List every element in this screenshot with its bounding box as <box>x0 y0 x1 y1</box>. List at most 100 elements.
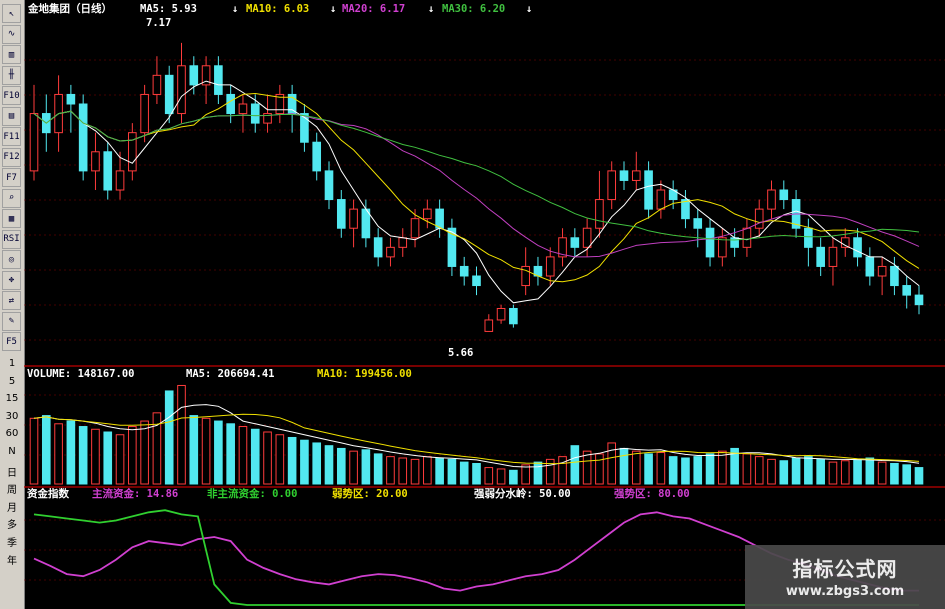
candle-body-60 <box>767 189 776 210</box>
line-chart-icon[interactable]: ∿ <box>2 24 21 44</box>
candle-body-48 <box>619 170 629 181</box>
volume-bar-58 <box>742 453 752 485</box>
volume-bar-66 <box>840 460 850 485</box>
pencil-icon[interactable]: ✎ <box>2 311 21 331</box>
note-icon[interactable]: ▤ <box>2 106 21 126</box>
candle-body-71 <box>902 285 912 296</box>
f12-icon[interactable]: F12 <box>2 147 21 167</box>
volume-bar-23 <box>312 442 322 485</box>
volume-bar-8 <box>128 426 137 485</box>
volume-bar-49 <box>631 450 641 485</box>
volume-bar-18 <box>250 428 260 485</box>
volume-bar-37 <box>484 467 494 485</box>
candle-body-44 <box>570 237 580 248</box>
period-1[interactable]: 5 <box>2 376 22 387</box>
candle-body-15 <box>214 65 223 95</box>
candle-body-67 <box>853 237 862 258</box>
volume-bar-50 <box>644 453 653 485</box>
non-main-fund-label: 非主流资金: 0.00 <box>207 487 297 500</box>
volume-bar-46 <box>595 453 604 485</box>
volume-bar-61 <box>779 460 789 485</box>
candle-body-24 <box>324 170 334 201</box>
candle-body-0 <box>29 113 39 172</box>
volume-bar-32 <box>423 456 432 485</box>
volume-bar-7 <box>115 434 125 485</box>
period-5[interactable]: N <box>2 446 22 457</box>
candle-body-65 <box>828 246 838 267</box>
volume-bars <box>29 384 924 485</box>
volume-bar-22 <box>300 439 309 485</box>
period-7[interactable]: 周 <box>2 481 22 496</box>
period-4[interactable]: 60 <box>2 428 22 439</box>
candle-body-13 <box>189 65 199 86</box>
bar-chart-icon[interactable]: ▥ <box>2 45 21 64</box>
ma10-arrow: ↓ <box>330 3 336 15</box>
candle-body-35 <box>459 265 469 277</box>
ma10-label: MA10: 6.03 <box>246 3 309 15</box>
f7-icon[interactable]: F7 <box>2 168 21 187</box>
strong-zone-label: 强势区: 80.00 <box>614 487 690 500</box>
watermark-url: www.zbgs3.com <box>785 584 905 599</box>
candle-body-70 <box>890 265 899 287</box>
volume-bar-31 <box>410 458 420 485</box>
f11-icon[interactable]: F11 <box>2 127 21 146</box>
f5-icon[interactable]: F5 <box>2 332 21 351</box>
move-icon[interactable]: ✥ <box>2 270 21 290</box>
volume-ma5-label: MA5: 206694.41 <box>186 368 275 380</box>
volume-bar-27 <box>361 449 371 485</box>
candle-body-45 <box>582 227 592 248</box>
candle-body-69 <box>877 265 887 277</box>
volume-bar-67 <box>853 458 862 485</box>
volume-bar-26 <box>349 450 358 485</box>
period-6[interactable]: 日 <box>2 464 22 479</box>
volume-bar-69 <box>877 461 887 485</box>
candle-body-11 <box>164 74 174 115</box>
rsi-icon[interactable]: RSI <box>2 229 21 249</box>
cursor-icon[interactable]: ↖ <box>2 4 21 23</box>
f10-icon[interactable]: F10 <box>2 86 21 105</box>
period-2[interactable]: 15 <box>2 393 22 404</box>
ma5-label: MA5: 5.93 <box>140 3 197 15</box>
candle-body-4 <box>78 103 88 172</box>
candle-body-9 <box>140 93 149 134</box>
volume-bar-24 <box>324 445 334 485</box>
chart-area: 金地集团（日线） MA5: 5.93 ↓ MA10: 6.03 ↓ MA20: … <box>24 2 945 606</box>
win-icon[interactable]: ◎ <box>2 250 21 269</box>
candle-icon[interactable]: ╫ <box>2 65 21 85</box>
volume-bar-68 <box>865 457 875 485</box>
ma20-label: MA20: 6.17 <box>342 3 405 15</box>
candle-body-12 <box>177 65 186 115</box>
volume-bar-65 <box>828 461 838 485</box>
indicator-icon[interactable]: ▦ <box>2 209 21 228</box>
volume-bar-40 <box>521 464 530 485</box>
candle-body-47 <box>607 170 617 201</box>
candle-body-55 <box>705 227 715 258</box>
divide-label: 强弱分水岭: 50.00 <box>474 487 571 500</box>
volume-bar-0 <box>29 417 39 485</box>
volume-bar-29 <box>386 456 395 485</box>
volume-bar-2 <box>54 423 63 485</box>
volume-bar-35 <box>459 461 469 485</box>
candle-body-58 <box>742 227 752 248</box>
period-0[interactable]: 1 <box>2 358 22 369</box>
period-10[interactable]: 季 <box>2 534 22 549</box>
exit-icon[interactable]: ⇄ <box>2 291 21 310</box>
period-8[interactable]: 月 <box>2 499 22 514</box>
volume-bar-60 <box>767 458 776 485</box>
high-price-label: 7.17 <box>146 17 171 29</box>
volume-bar-55 <box>705 453 715 485</box>
period-3[interactable]: 30 <box>2 411 22 422</box>
volume-bar-70 <box>890 462 899 485</box>
period-11[interactable]: 年 <box>2 552 22 567</box>
period-9[interactable]: 多 <box>2 516 22 531</box>
volume-bar-3 <box>66 420 76 485</box>
candle-body-29 <box>386 246 395 258</box>
zoom-icon[interactable]: ⌕ <box>2 188 21 208</box>
candle-body-16 <box>226 93 235 115</box>
volume-bar-16 <box>226 423 235 485</box>
volume-bar-13 <box>189 415 199 485</box>
volume-bar-54 <box>693 456 703 485</box>
ma5-arrow: ↓ <box>232 3 238 15</box>
volume-bar-71 <box>902 464 912 485</box>
candle-body-68 <box>865 256 875 277</box>
